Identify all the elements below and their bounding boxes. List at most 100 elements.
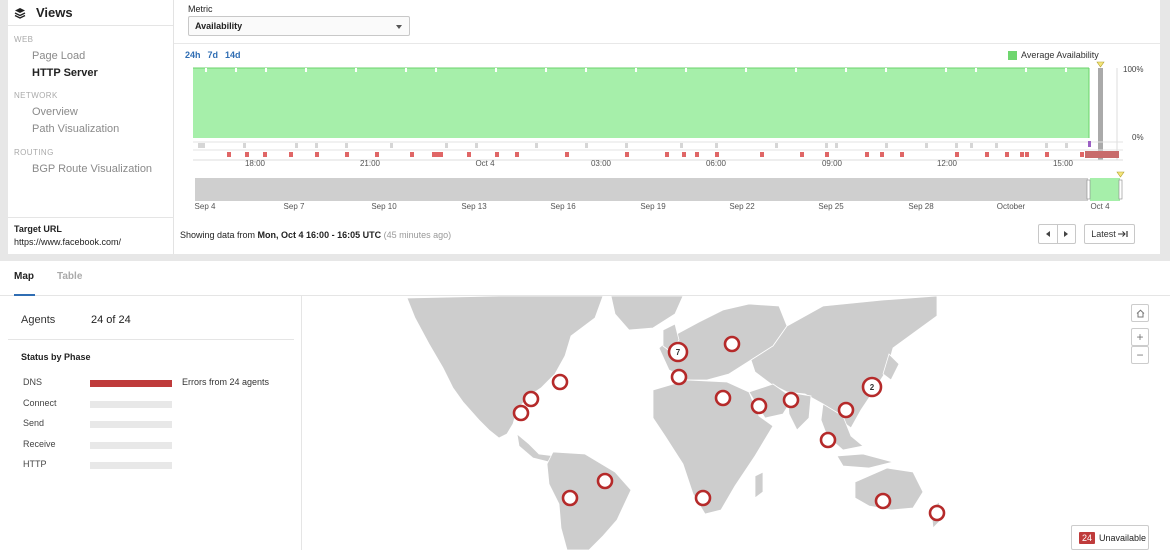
nav-item-http-server[interactable]: HTTP Server [8,67,98,79]
nav-item-overview[interactable]: Overview [8,106,78,118]
status-tick [925,143,928,148]
landmass-indonesia [836,453,895,469]
status-tick [585,143,588,148]
landmass-north-america [406,296,604,439]
availability-area [193,67,1090,138]
view-tabs: Map Table [0,261,1170,296]
legend-label: Average Availability [1021,50,1099,60]
unavailable-count: 24 [1079,531,1096,544]
zoom-out-icon: − [1136,348,1144,362]
error-tick [825,152,829,157]
agent-marker[interactable]: 2 [861,376,883,398]
map-home-button[interactable] [1131,304,1149,322]
agent-marker[interactable] [561,489,579,507]
agent-marker[interactable] [522,390,540,408]
error-tick [245,152,249,157]
status-tick [715,143,718,148]
previous-button[interactable] [1039,225,1057,243]
metric-select[interactable]: Availability [188,16,410,36]
agent-marker[interactable] [670,368,688,386]
x-tick: 09:00 [822,159,843,168]
error-tick [900,152,904,157]
agent-marker[interactable]: 7 [667,341,689,363]
availability-dip [745,68,747,72]
agent-marker[interactable] [694,489,712,507]
nav-item-page-load[interactable]: Page Load [8,50,85,62]
status-tick [1045,143,1048,148]
range-24h[interactable]: 24h [185,50,201,60]
error-tick [682,152,686,157]
agent-marker[interactable] [819,431,837,449]
agent-marker[interactable] [874,492,892,510]
next-button[interactable] [1056,225,1076,243]
phase-name: Receive [23,438,56,449]
phase-row-receive[interactable]: Receive [23,438,293,452]
phase-status-bar [90,441,172,449]
status-tick [345,143,348,148]
phase-row-dns[interactable]: DNS Errors from 24 agents [23,376,293,390]
error-tick [695,152,699,157]
phase-error-fill [90,380,172,387]
agent-marker[interactable] [714,389,732,407]
agent-marker[interactable] [837,401,855,419]
phase-status-bar [90,400,172,408]
nav-item-bgp-route-visualization[interactable]: BGP Route Visualization [8,163,152,175]
error-tick [625,152,629,157]
agent-marker[interactable] [782,391,800,409]
target-url-value: https://www.facebook.com/ [14,237,122,247]
error-tick [760,152,764,157]
timeline-overview[interactable] [195,171,1125,201]
timeline-tick: Sep 19 [640,202,666,211]
continents [406,296,944,550]
divider [8,339,294,340]
layers-icon [14,7,26,19]
nav-item-path-visualization[interactable]: Path Visualization [8,123,119,135]
agent-marker[interactable] [750,397,768,415]
map-canvas[interactable]: 72 [303,296,1170,550]
range-7d[interactable]: 7d [208,50,219,60]
latest-button[interactable]: Latest [1084,224,1135,244]
error-tick [1080,152,1084,157]
time-range-selector: 24h 7d 14d [185,50,241,60]
selection-marker[interactable] [1096,61,1105,160]
landmass-central-america [516,433,556,463]
agents-count: 24 of 24 [91,314,131,326]
x-tick: Oct 4 [475,159,495,168]
agent-marker[interactable] [512,404,530,422]
showing-range: Mon, Oct 4 16:00 - 16:05 UTC [257,230,382,240]
agent-marker[interactable] [723,335,741,353]
status-tick [835,143,838,148]
error-tick [1045,152,1049,157]
agent-marker[interactable] [928,504,946,522]
metric-selected-value: Availability [195,21,243,31]
zoom-in-button[interactable]: + [1131,328,1149,346]
range-14d[interactable]: 14d [225,50,241,60]
agent-marker[interactable] [596,472,614,490]
unavailable-filter[interactable]: 24 Unavailable [1071,525,1149,550]
availability-chart[interactable]: 100% 0% 18:00 21:00 Oct 4 03:00 06:00 09… [185,60,1150,212]
phase-status-bar [90,462,172,469]
tab-table[interactable]: Table [57,271,82,282]
section-heading-network: NETWORK [14,91,58,100]
status-tick [775,143,778,148]
marker-count: 2 [870,383,875,392]
availability-dip [205,68,207,72]
tab-map[interactable]: Map [14,271,34,282]
landmass-south-america [546,451,632,550]
status-tick [970,143,973,148]
phase-row-send[interactable]: Send [23,417,293,431]
world-map[interactable]: 72 + − 24 Unavailable [303,296,1170,550]
error-tick [467,152,471,157]
availability-dip [495,68,497,72]
error-tick [263,152,267,157]
unavailable-label: Unavailable [1099,532,1147,543]
zoom-out-button[interactable]: − [1131,346,1149,364]
error-tick [955,152,959,157]
agent-marker[interactable] [551,373,569,391]
status-tick [1065,143,1068,148]
phase-name: Send [23,418,45,428]
error-tick [715,152,719,157]
phase-row-connect[interactable]: Connect [23,397,293,411]
error-tick [515,152,519,157]
phase-row-http[interactable]: HTTP [23,458,293,472]
